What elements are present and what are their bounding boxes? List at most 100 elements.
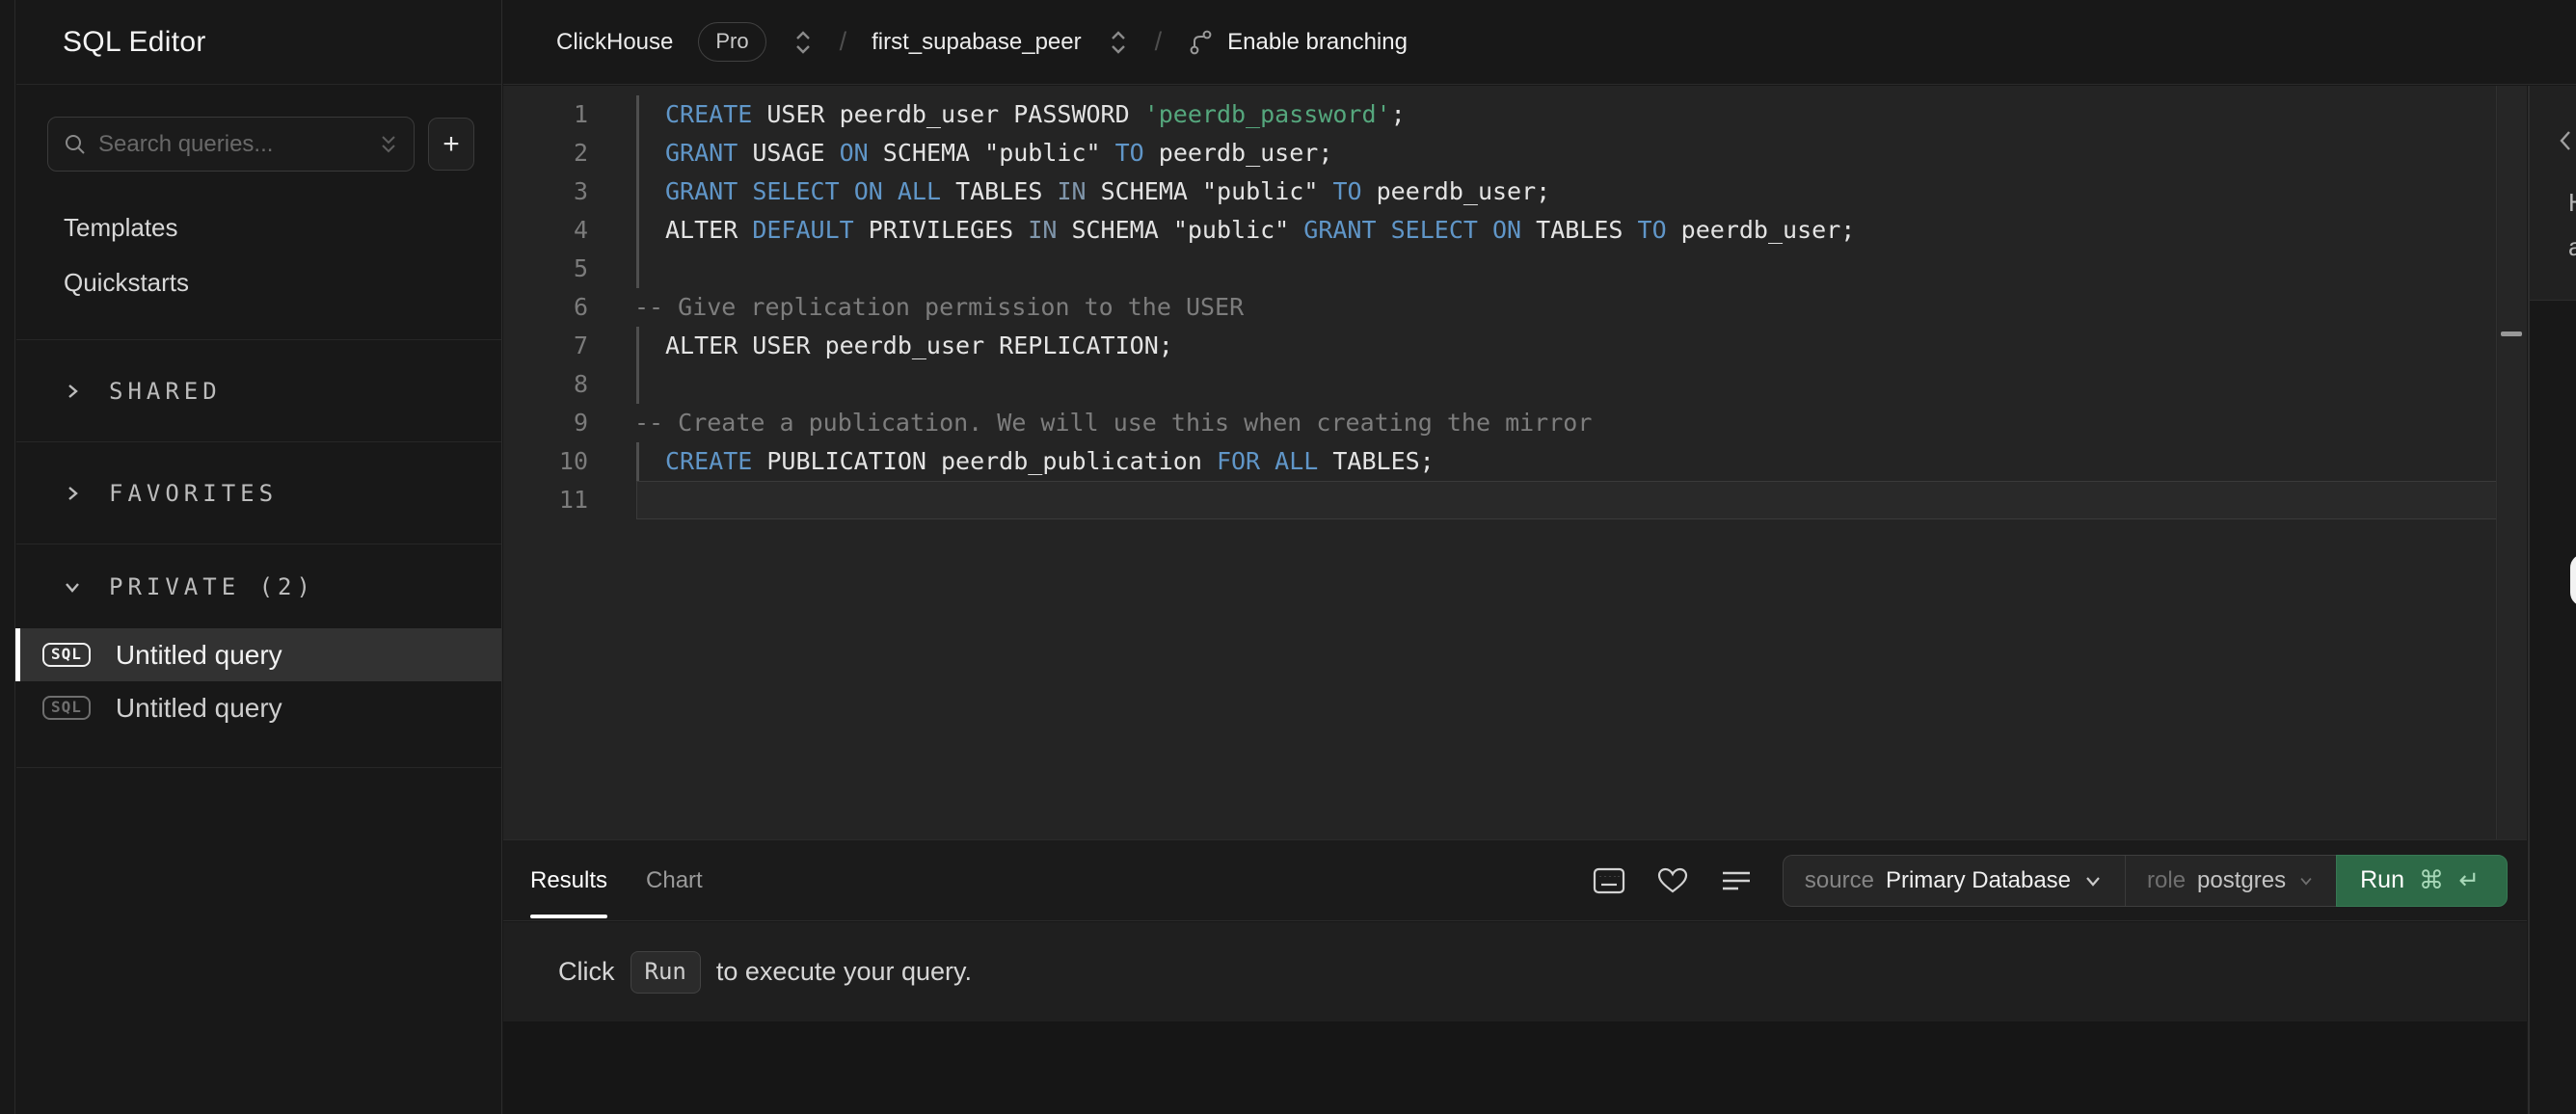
code-token: IN (1057, 177, 1087, 205)
code-token: SCHEMA "public" (1057, 216, 1304, 244)
run-button[interactable]: Run ⌘ ↵ (2336, 854, 2508, 907)
results-tabs: Results Chart (503, 840, 703, 920)
sidebar-sections: SHARED FAVORITES PRIVATE (2) SQL Untitled qu… (15, 339, 501, 768)
favorite-heart-icon[interactable] (1655, 865, 1690, 896)
query-list: SQL Untitled query SQL Untitled query (15, 628, 501, 768)
role-value: postgres (2197, 866, 2287, 893)
code-line[interactable]: 2 GRANT USAGE ON SCHEMA "public" TO peerd… (503, 134, 2496, 172)
code-line[interactable]: 3 GRANT SELECT ON ALL TABLES IN SCHEMA "p… (503, 172, 2496, 211)
right-panel-text-fragment: a (2568, 232, 2576, 262)
code-token: SELECT (1390, 216, 1478, 244)
right-panel-button[interactable] (2570, 554, 2576, 606)
enable-branching-button[interactable]: Enable branching (1187, 28, 1408, 57)
code-line[interactable]: 9 -- Create a publication. We will use th… (503, 404, 2496, 442)
code-line[interactable]: 10 CREATE PUBLICATION peerdb_publication … (503, 442, 2496, 481)
right-panel-top: H a (2530, 86, 2576, 301)
section-label: FAVORITES (109, 479, 279, 507)
code-token: CREATE (665, 100, 753, 128)
search-icon (64, 133, 87, 156)
code-token: peerdb_user; (1666, 216, 1856, 244)
code-token: GRANT (1303, 216, 1377, 244)
right-side-panel: H a (2528, 86, 2576, 1114)
query-list-item[interactable]: SQL Untitled query (16, 681, 501, 734)
keyboard-shortcuts-icon[interactable] (1592, 865, 1626, 896)
statement-indicator-bar (636, 327, 639, 404)
code-token: ON (1491, 216, 1522, 244)
source-select[interactable]: source Primary Database (1784, 856, 2125, 906)
sidebar-section-shared[interactable]: SHARED (16, 339, 501, 441)
code-line[interactable]: 8 (503, 365, 2496, 404)
code-token: TABLES (941, 177, 1058, 205)
chevron-down-icon (62, 576, 83, 597)
new-query-button[interactable]: + (428, 118, 474, 171)
results-panel: Click Run to execute your query. (503, 922, 2527, 1021)
code-line[interactable]: 6 -- Give replication permission to the U… (503, 288, 2496, 327)
run-keycap: Run (630, 950, 701, 994)
code-token: -- Give replication permission to the US… (634, 293, 1245, 321)
code-line[interactable]: 1 CREATE USER peerdb_user PASSWORD 'peerd… (503, 95, 2496, 134)
code-token: TO (1637, 216, 1667, 244)
code-token: TO (1114, 139, 1144, 167)
code-token: USAGE (738, 139, 840, 167)
run-label: Run (2360, 866, 2404, 893)
sidebar: SQL Editor Search queries... + Templates… (15, 0, 502, 1114)
code-token: SCHEMA "public" (868, 139, 1115, 167)
code-line[interactable]: 7 ALTER USER peerdb_user REPLICATION; (503, 327, 2496, 365)
code-token: PRIVILEGES (853, 216, 1029, 244)
code-text: CREATE PUBLICATION peerdb_publication FO… (665, 442, 1435, 481)
sidebar-header: SQL Editor (16, 0, 501, 85)
section-label: PRIVATE (2) (109, 572, 315, 600)
line-number: 2 (573, 139, 588, 167)
code-token: ALTER USER peerdb_user REPLICATION; (665, 332, 1173, 359)
results-message-suffix: to execute your query. (715, 957, 973, 986)
search-input[interactable]: Search queries... (47, 117, 415, 172)
line-number: 6 (573, 293, 588, 321)
code-token: SELECT (752, 177, 840, 205)
sidebar-link-quickstarts[interactable]: Quickstarts (16, 255, 501, 310)
breadcrumb-separator: / (1154, 27, 1163, 56)
chevron-down-icon (2082, 870, 2104, 891)
sidebar-section-favorites[interactable]: FAVORITES (16, 441, 501, 544)
sidebar-link-templates[interactable]: Templates (16, 200, 501, 255)
left-edge (0, 0, 15, 1114)
code-token: GRANT (665, 139, 738, 167)
code-text: GRANT SELECT ON ALL TABLES IN SCHEMA "pu… (665, 172, 1550, 211)
run-shortcut: ⌘ ↵ (2418, 865, 2483, 894)
tab-chart[interactable]: Chart (646, 840, 703, 920)
bottom-strip (503, 1021, 2527, 1114)
editor-right-border (2496, 86, 2497, 839)
results-toolbar: Results Chart source Primary Database ro… (503, 839, 2527, 921)
plan-badge: Pro (698, 22, 766, 62)
query-title: Untitled query (115, 692, 282, 723)
sidebar-section-private[interactable]: PRIVATE (2) (16, 544, 501, 628)
tab-results[interactable]: Results (530, 840, 608, 920)
sql-editor[interactable]: 1 CREATE USER peerdb_user PASSWORD 'peerd… (503, 86, 2527, 839)
code-token: ALL (897, 177, 942, 205)
code-line[interactable]: 4 ALTER DEFAULT PRIVILEGES IN SCHEMA "pub… (503, 211, 2496, 250)
code-token: CREATE (665, 447, 753, 475)
active-line-highlight (636, 481, 2496, 519)
line-number: 8 (573, 370, 588, 398)
collapse-left-icon[interactable] (2557, 128, 2574, 153)
chevrons-up-down-icon[interactable] (792, 28, 815, 57)
chevrons-up-down-icon[interactable] (1107, 28, 1130, 57)
code-line[interactable]: 5 (503, 250, 2496, 288)
line-number: 1 (573, 100, 588, 128)
role-select[interactable]: role postgres (2125, 855, 2336, 906)
chevron-right-icon (62, 483, 83, 504)
code-text: ALTER DEFAULT PRIVILEGES IN SCHEMA "publ… (665, 211, 1855, 250)
code-token: ALL (1275, 447, 1319, 475)
scroll-annotation-gutter[interactable] (2498, 86, 2527, 839)
query-list-item[interactable]: SQL Untitled query (15, 628, 501, 681)
code-token: -- Create a publication. We will use thi… (634, 409, 1593, 437)
git-branch-icon (1187, 28, 1214, 57)
sidebar-nav: Templates Quickstarts (16, 172, 501, 310)
line-number: 10 (558, 447, 588, 475)
format-list-icon[interactable] (1719, 865, 1754, 896)
peer-name[interactable]: first_supabase_peer (872, 29, 1081, 56)
